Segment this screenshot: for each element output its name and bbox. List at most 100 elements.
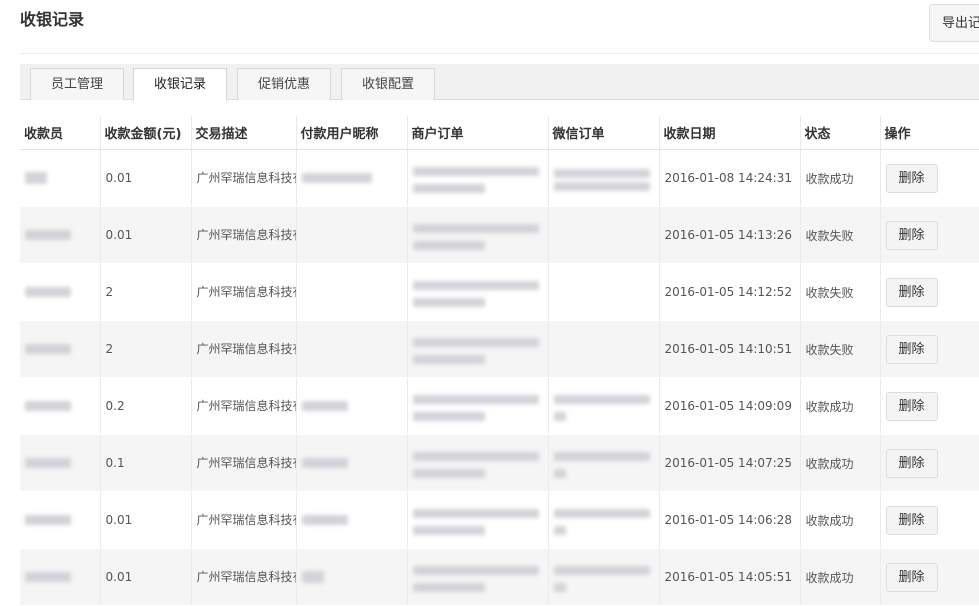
tab-promotions[interactable]: 促销优惠 bbox=[237, 68, 331, 100]
title-divider bbox=[20, 53, 979, 54]
redacted-cashier bbox=[25, 458, 71, 468]
actions-cell: 删除 bbox=[879, 434, 979, 492]
delete-button[interactable]: 删除 bbox=[885, 334, 938, 364]
cashier-cell bbox=[20, 149, 100, 207]
table-row: 0.1 广州罕瑞信息科技有限公司 2016-01-05 14:07:25 收款成… bbox=[20, 434, 979, 492]
merchant-order-cell bbox=[406, 320, 548, 378]
cashier-cell bbox=[20, 434, 100, 492]
redacted-order bbox=[553, 395, 650, 404]
date-cell: 2016-01-05 14:13:26 bbox=[658, 206, 800, 264]
payer-nickname-cell bbox=[295, 149, 407, 207]
delete-button[interactable]: 删除 bbox=[885, 277, 938, 307]
column-header-actions: 操作 bbox=[879, 116, 979, 150]
tab-bar: 员工管理 收银记录 促销优惠 收银配置 bbox=[20, 64, 979, 101]
wechat-order-cell bbox=[547, 491, 659, 549]
redacted-order bbox=[412, 526, 485, 535]
table-row: 2 广州罕瑞信息科技有限公司 2016-01-05 14:10:51 收款失败 … bbox=[20, 320, 979, 378]
description-cell: 广州罕瑞信息科技有限公司 bbox=[190, 491, 296, 549]
table-row: 0.01 广州罕瑞信息科技有限公司 2016-01-05 14:05:51 收款… bbox=[20, 548, 979, 606]
payer-nickname-cell bbox=[295, 548, 407, 606]
table-row: 2 广州罕瑞信息科技有限公司 2016-01-05 14:12:52 收款失败 … bbox=[20, 263, 979, 321]
actions-cell: 删除 bbox=[879, 206, 979, 264]
table-row: 0.01 广州罕瑞信息科技有限公司 2016-01-05 14:13:26 收款… bbox=[20, 206, 979, 264]
date-cell: 2016-01-05 14:12:52 bbox=[658, 263, 800, 321]
redacted-order bbox=[412, 452, 539, 461]
delete-button[interactable]: 删除 bbox=[885, 505, 938, 535]
redacted-nickname bbox=[301, 401, 348, 411]
amount-cell: 0.01 bbox=[99, 491, 191, 549]
wechat-order-cell bbox=[547, 206, 659, 264]
merchant-order-cell bbox=[406, 149, 548, 207]
redacted-cashier bbox=[25, 401, 71, 411]
redacted-order bbox=[412, 241, 485, 250]
column-header-merchant-order: 商户订单 bbox=[406, 116, 548, 150]
redacted-cashier bbox=[25, 515, 71, 525]
wechat-order-cell bbox=[547, 263, 659, 321]
tab-staff-management[interactable]: 员工管理 bbox=[30, 68, 124, 100]
payer-nickname-cell bbox=[295, 320, 407, 378]
redacted-cashier bbox=[25, 572, 71, 582]
column-header-cashier: 收款员 bbox=[20, 116, 100, 150]
merchant-order-cell bbox=[406, 206, 548, 264]
delete-button[interactable]: 删除 bbox=[885, 220, 938, 250]
description-cell: 广州罕瑞信息科技有限公司 bbox=[190, 320, 296, 378]
date-cell: 2016-01-05 14:10:51 bbox=[658, 320, 800, 378]
status-cell: 收款失败 bbox=[799, 320, 880, 378]
date-cell: 2016-01-08 14:24:31 bbox=[658, 149, 800, 207]
redacted-order bbox=[412, 566, 539, 575]
redacted-nickname bbox=[301, 515, 348, 525]
status-cell: 收款失败 bbox=[799, 206, 880, 264]
merchant-order-cell bbox=[406, 263, 548, 321]
amount-cell: 2 bbox=[99, 320, 191, 378]
tab-cashier-records[interactable]: 收银记录 bbox=[133, 68, 227, 101]
redacted-order bbox=[412, 509, 539, 518]
actions-cell: 删除 bbox=[879, 377, 979, 435]
status-cell: 收款成功 bbox=[799, 434, 880, 492]
redacted-order bbox=[553, 412, 566, 421]
column-header-payer-nickname: 付款用户昵称 bbox=[295, 116, 407, 150]
date-cell: 2016-01-05 14:07:25 bbox=[658, 434, 800, 492]
redacted-order bbox=[412, 184, 485, 193]
redacted-order bbox=[553, 526, 566, 535]
delete-button[interactable]: 删除 bbox=[885, 562, 938, 592]
redacted-cashier bbox=[25, 344, 71, 354]
status-cell: 收款成功 bbox=[799, 377, 880, 435]
redacted-cashier bbox=[25, 287, 71, 297]
column-header-date: 收款日期 bbox=[658, 116, 800, 150]
wechat-order-cell bbox=[547, 149, 659, 207]
payer-nickname-cell bbox=[295, 434, 407, 492]
date-cell: 2016-01-05 14:09:09 bbox=[658, 377, 800, 435]
redacted-order bbox=[553, 452, 650, 461]
records-table: 收款员 收款金额(元) 交易描述 付款用户昵称 商户订单 微信订单 收款日期 状… bbox=[20, 116, 979, 606]
payer-nickname-cell bbox=[295, 491, 407, 549]
actions-cell: 删除 bbox=[879, 548, 979, 606]
description-cell: 广州罕瑞信息科技有限公司 bbox=[190, 149, 296, 207]
delete-button[interactable]: 删除 bbox=[885, 163, 938, 193]
redacted-nickname bbox=[301, 458, 348, 468]
table-header-row: 收款员 收款金额(元) 交易描述 付款用户昵称 商户订单 微信订单 收款日期 状… bbox=[20, 116, 979, 150]
redacted-order bbox=[412, 583, 485, 592]
export-records-button[interactable]: 导出记录 bbox=[929, 4, 979, 42]
redacted-order bbox=[412, 412, 485, 421]
redacted-order bbox=[412, 355, 485, 364]
payer-nickname-cell bbox=[295, 206, 407, 264]
payer-nickname-cell bbox=[295, 263, 407, 321]
redacted-order bbox=[412, 281, 539, 290]
redacted-order bbox=[553, 182, 650, 191]
description-cell: 广州罕瑞信息科技有限公司 bbox=[190, 206, 296, 264]
redacted-order bbox=[412, 224, 539, 233]
merchant-order-cell bbox=[406, 548, 548, 606]
amount-cell: 0.1 bbox=[99, 434, 191, 492]
redacted-order bbox=[412, 167, 539, 176]
description-cell: 广州罕瑞信息科技有限公司 bbox=[190, 377, 296, 435]
amount-cell: 0.01 bbox=[99, 149, 191, 207]
tab-cashier-settings[interactable]: 收银配置 bbox=[341, 68, 435, 100]
table-row: 0.01 广州罕瑞信息科技有限公司 2016-01-08 14:24:31 收款… bbox=[20, 149, 979, 207]
description-cell: 广州罕瑞信息科技有限公司 bbox=[190, 548, 296, 606]
delete-button[interactable]: 删除 bbox=[885, 391, 938, 421]
merchant-order-cell bbox=[406, 434, 548, 492]
amount-cell: 0.01 bbox=[99, 548, 191, 606]
delete-button[interactable]: 删除 bbox=[885, 448, 938, 478]
merchant-order-cell bbox=[406, 491, 548, 549]
cashier-cell bbox=[20, 377, 100, 435]
